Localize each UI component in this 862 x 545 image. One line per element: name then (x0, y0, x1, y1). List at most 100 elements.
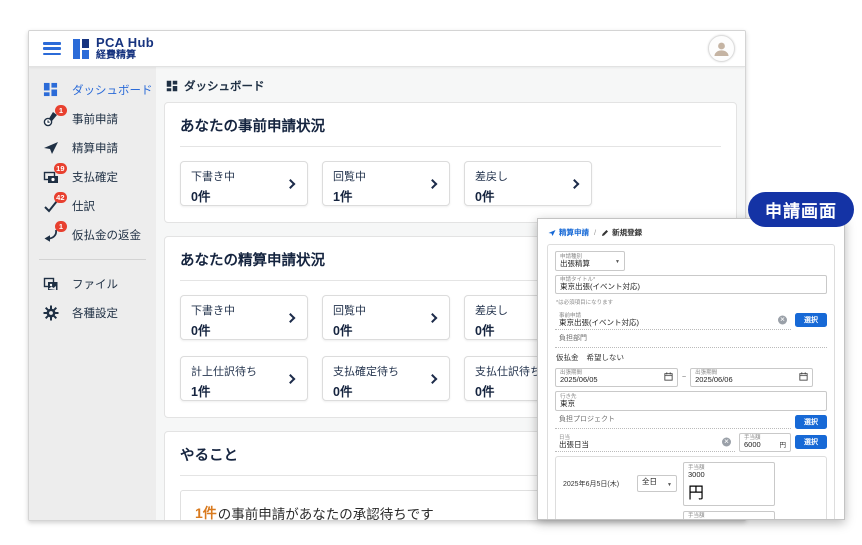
sidebar-item-payment[interactable]: 19 支払確定 (29, 162, 156, 191)
select-button[interactable]: 選択 (795, 414, 827, 429)
field-value: 東京出張(イベント対応) (560, 282, 640, 291)
journal-icon: 42 (42, 192, 67, 214)
dashboard-icon (166, 80, 178, 92)
field-label: 仮払金 (556, 352, 579, 362)
sidebar-item-label: 精算申請 (72, 142, 118, 155)
stat-card-returned[interactable]: 差戻し 0件 (464, 161, 592, 206)
settlement-icon (548, 229, 556, 236)
pre-application-icon: 1 (42, 105, 67, 127)
notification-badge: 42 (53, 192, 67, 203)
amount-input[interactable]: 手当額 3000 円 (683, 462, 775, 506)
sidebar-divider (39, 259, 146, 260)
stat-card-journal-pending[interactable]: 計上仕訳待ち 1件 (180, 356, 308, 401)
stat-card-draft[interactable]: 下書き中 0件 (180, 161, 308, 206)
stat-card-payment-pending[interactable]: 支払確定待ち 0件 (322, 356, 450, 401)
field-value: 東京出張(イベント対応) (559, 317, 639, 327)
todo-highlight: 1件 (195, 505, 217, 520)
app-logo-text: PCA Hub 経費精算 (96, 36, 154, 61)
stat-label: 回覧中 (333, 171, 366, 183)
field-value: 出張精算 (560, 258, 590, 268)
sidebar-item-label: 仮払金の返金 (72, 229, 141, 242)
menu-icon[interactable] (43, 42, 61, 55)
stat-label: 差戻し (475, 171, 508, 183)
sidebar-item-label: 各種設定 (72, 307, 118, 320)
user-avatar[interactable] (708, 35, 735, 62)
amount-input[interactable]: 手当額 3000 円 (683, 510, 775, 519)
notification-badge: 1 (55, 105, 67, 116)
allowance-field[interactable]: 日当 出張日当 ✕ (555, 433, 735, 452)
stat-count: 0件 (333, 385, 353, 399)
period-to-input[interactable]: 出張期間 2025/06/06 (690, 367, 814, 387)
field-value: 3000 (688, 518, 705, 519)
stat-count: 0件 (191, 190, 211, 204)
select-button[interactable]: 選択 (795, 435, 827, 450)
breadcrumb: ダッシュボード (166, 78, 737, 94)
project-field[interactable]: 負担プロジェクト (555, 414, 791, 429)
destination-input[interactable]: 行き先 東京 (555, 391, 827, 411)
allowance-total-field: 手当額 6000 円 (739, 432, 791, 452)
sidebar-item-label: 事前申請 (72, 113, 118, 126)
stat-count: 0件 (475, 190, 495, 204)
day-type-select[interactable]: 全日 ▼ (637, 475, 677, 493)
app-logo-icon (73, 38, 89, 59)
sidebar-item-settlement[interactable]: 精算申請 (29, 133, 156, 162)
calendar-icon[interactable] (799, 368, 808, 386)
breadcrumb-separator: / (594, 228, 597, 237)
stat-label: 回覧中 (333, 305, 366, 317)
sidebar-item-refund[interactable]: 1 仮払金の返金 (29, 220, 156, 249)
stat-label: 計上仕訳待ち (191, 366, 257, 378)
advance-payment-row: 仮払金 希望しない (556, 352, 826, 363)
app-name: PCA Hub (96, 35, 154, 50)
sidebar-item-dashboard[interactable]: ダッシュボード (29, 75, 156, 104)
stat-label: 下書き中 (191, 171, 235, 183)
app-subtitle: 経費精算 (96, 50, 136, 61)
settings-icon (42, 304, 59, 321)
payment-icon: 19 (42, 163, 67, 185)
page: PCA Hub 経費精算 ダッシュボード 1 事前申請 精算申請 19 支払確定… (0, 0, 862, 545)
allowance-detail-card: 2025年6月5日(木) 全日 ▼ 手当額 3000 円 2025年6月6日(金… (555, 456, 827, 519)
stat-count: 1件 (333, 190, 353, 204)
department-field[interactable]: 負担部門 (555, 333, 827, 348)
clear-icon[interactable]: ✕ (778, 315, 787, 325)
sidebar-item-settings[interactable]: 各種設定 (29, 298, 156, 327)
period-separator: ~ (682, 373, 687, 381)
pencil-icon (602, 229, 609, 236)
sidebar-item-pre-application[interactable]: 1 事前申請 (29, 104, 156, 133)
required-note: *は必須項目になります (556, 300, 614, 306)
sidebar-item-label: 仕訳 (72, 200, 95, 213)
refund-icon: 1 (42, 221, 67, 243)
stat-card-circulating[interactable]: 回覧中 0件 (322, 295, 450, 340)
sidebar: ダッシュボード 1 事前申請 精算申請 19 支払確定 42 仕訳 1 仮払金の… (29, 67, 156, 520)
period-from-input[interactable]: 出張期間 2025/06/05 (555, 367, 678, 387)
stat-label: 支払確定待ち (333, 366, 399, 378)
stat-count: 1件 (191, 385, 211, 399)
sidebar-item-label: 支払確定 (72, 171, 118, 184)
section-title: あなたの事前申請状況 (180, 119, 325, 135)
stat-label: 下書き中 (191, 305, 235, 317)
pre-application-field[interactable]: 事前申請 東京出張(イベント対応) ✕ (555, 311, 791, 330)
breadcrumb-current: 新規登録 (612, 228, 643, 237)
overlay-breadcrumb: 精算申請 / 新規登録 (548, 227, 835, 238)
sidebar-item-journal[interactable]: 42 仕訳 (29, 191, 156, 220)
stat-card-draft[interactable]: 下書き中 0件 (180, 295, 308, 340)
sidebar-item-label: ダッシュボード (72, 84, 153, 97)
field-value: 希望しない (586, 352, 625, 362)
field-value: 東京 (560, 398, 575, 408)
application-title-input[interactable]: 申請タイトル* 東京出張(イベント対応) (555, 274, 827, 294)
application-type-select[interactable]: 申請種別 出張精算 ▼ (555, 251, 625, 271)
field-value: 2025/06/05 (560, 375, 598, 384)
stat-count: 0件 (191, 324, 211, 338)
sidebar-item-files[interactable]: ファイル (29, 269, 156, 298)
clear-icon[interactable]: ✕ (722, 437, 731, 447)
stat-card-circulating[interactable]: 回覧中 1件 (322, 161, 450, 206)
dashboard-icon (42, 81, 59, 98)
notification-badge: 1 (55, 221, 67, 232)
field-label: 負担プロジェクト (559, 416, 615, 423)
select-button[interactable]: 選択 (795, 313, 827, 328)
calendar-icon[interactable] (664, 368, 673, 386)
application-form-panel: 精算申請 / 新規登録 申請種別 出張精算 ▼ 申請タイトル* 東京出張(イベン… (537, 218, 845, 520)
field-value: 3000 (688, 469, 705, 479)
caret-down-icon: ▼ (615, 258, 620, 265)
file-icon (42, 275, 59, 292)
breadcrumb-link[interactable]: 精算申請 (559, 227, 589, 238)
